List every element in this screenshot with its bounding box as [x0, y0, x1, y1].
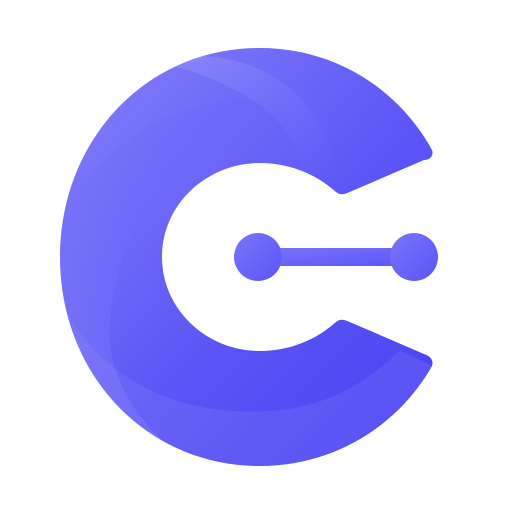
c-shape	[60, 48, 433, 466]
connector-node-left	[234, 233, 282, 281]
connector	[234, 233, 438, 281]
connector-node-right	[390, 233, 438, 281]
c-connector-logo-icon	[60, 48, 438, 466]
app-icon-canvas	[0, 0, 512, 512]
